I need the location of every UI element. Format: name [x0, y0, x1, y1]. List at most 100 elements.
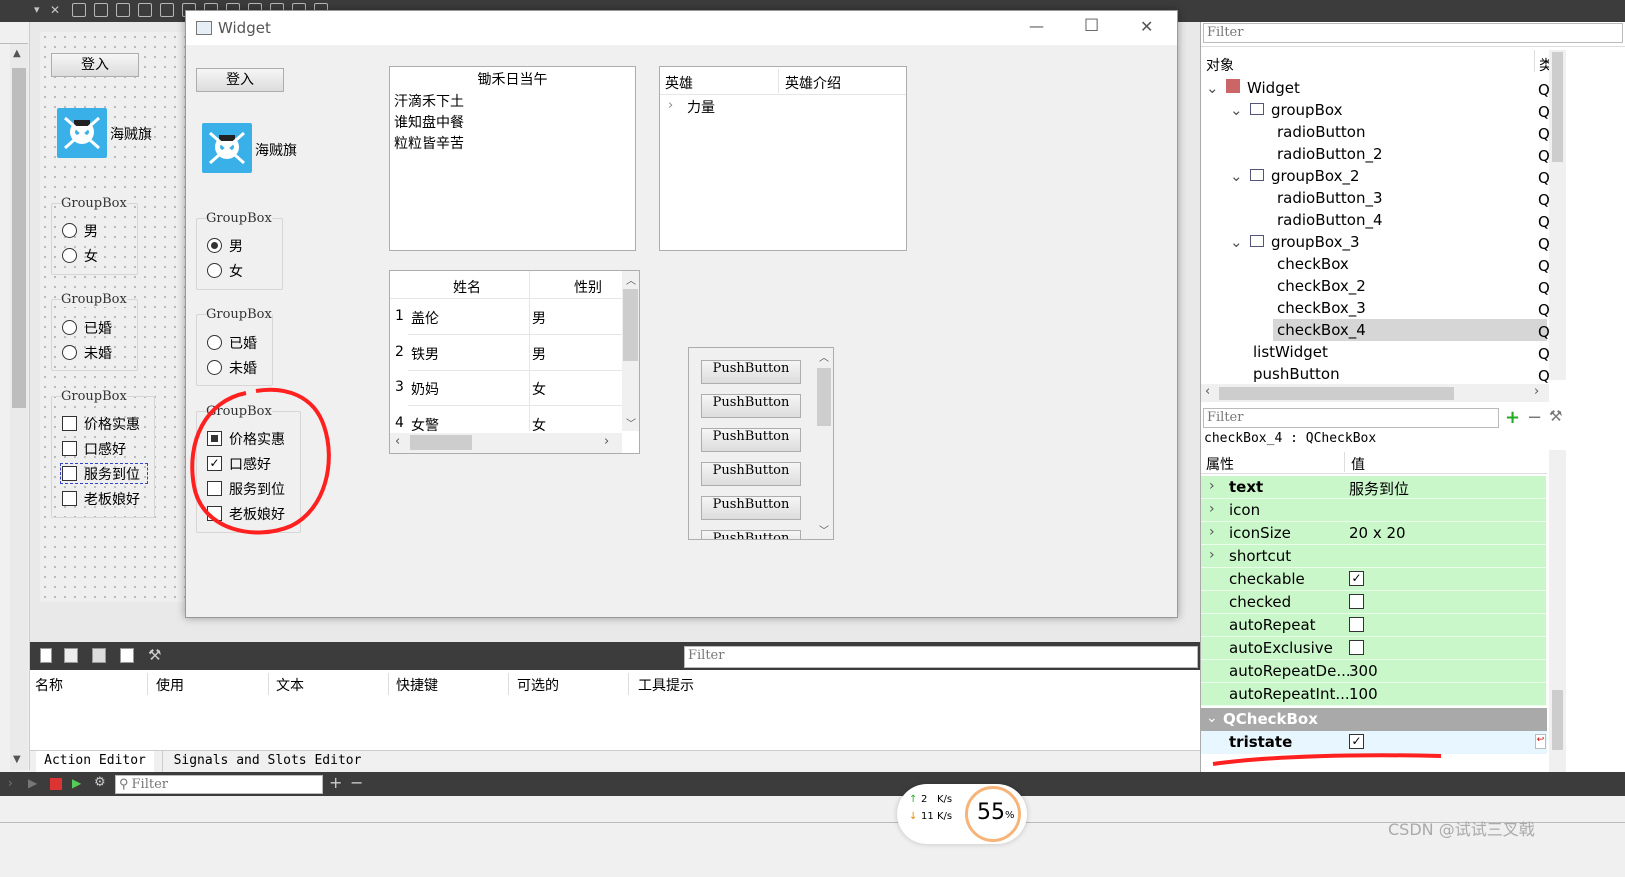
- tree-header-hero[interactable]: 英雄: [665, 73, 693, 93]
- step-icon[interactable]: ▶: [72, 776, 81, 790]
- widget-window[interactable]: Widget — ☐ ✕ 登入 海贼旗 GroupBox 男 女 GroupBo…: [185, 10, 1178, 618]
- edit-widgets-icon[interactable]: [72, 3, 86, 17]
- reset-property-icon[interactable]: ↩: [1535, 734, 1546, 749]
- push-button[interactable]: PushButton: [701, 496, 801, 520]
- checkbox-icon[interactable]: [62, 416, 77, 431]
- table-header-sex[interactable]: 性别: [574, 277, 602, 297]
- property-value[interactable]: 100: [1349, 685, 1378, 703]
- push-button[interactable]: PushButton: [701, 530, 801, 539]
- scroll-down-icon[interactable]: ▼: [13, 754, 21, 765]
- push-button[interactable]: PushButton: [701, 394, 801, 418]
- column-header[interactable]: 工具提示: [638, 675, 694, 695]
- radio-female[interactable]: [207, 263, 222, 278]
- minimize-icon[interactable]: —: [1029, 17, 1044, 35]
- column-header[interactable]: 快捷键: [396, 675, 438, 695]
- edit-tab-order-icon[interactable]: [138, 3, 152, 17]
- wrench-icon[interactable]: ⚒: [148, 646, 161, 664]
- table-cell[interactable]: 铁男: [411, 344, 439, 364]
- stop-icon[interactable]: [50, 778, 62, 790]
- column-header[interactable]: 可选的: [517, 675, 559, 695]
- close-form-icon[interactable]: ✕: [50, 3, 64, 17]
- property-row-autorepeatdelay[interactable]: autoRepeatDe... 300: [1201, 660, 1546, 683]
- object-tree[interactable]: ⌄ Widget ⌄ groupBox radioButton radioButto…: [1201, 75, 1547, 383]
- tree-row-selected[interactable]: checkBox_4: [1277, 321, 1366, 339]
- chevron-right-icon[interactable]: ›: [1209, 547, 1215, 563]
- list-item[interactable]: 谁知盘中餐: [394, 112, 464, 132]
- scroll-left-icon[interactable]: ‹: [1205, 384, 1210, 399]
- object-col-header[interactable]: 对象: [1206, 55, 1234, 75]
- checkbox-icon[interactable]: [62, 441, 77, 456]
- list-item[interactable]: 汗滴禾下土: [394, 91, 464, 111]
- edit-signals-icon[interactable]: [94, 3, 108, 17]
- scrollbar-thumb[interactable]: [817, 368, 831, 426]
- tab-action-editor[interactable]: Action Editor: [36, 751, 154, 772]
- scroll-area[interactable]: PushButton PushButton PushButton PushBut…: [688, 347, 834, 540]
- tree-row[interactable]: radioButton_2: [1277, 145, 1383, 163]
- chevron-down-icon[interactable]: ⌄: [1230, 167, 1250, 185]
- object-tree-hscrollbar[interactable]: ‹ ›: [1201, 384, 1549, 402]
- tree-row[interactable]: checkBox: [1277, 255, 1349, 273]
- column-header[interactable]: 使用: [156, 675, 184, 695]
- table-vscrollbar[interactable]: ︿ ﹀: [622, 271, 639, 431]
- scroll-up-icon[interactable]: ︿: [819, 349, 829, 364]
- radio-married[interactable]: [207, 335, 222, 350]
- remove-property-icon[interactable]: −: [1527, 407, 1542, 428]
- login-button[interactable]: 登入: [196, 68, 284, 92]
- dropdown-arrow-icon[interactable]: ▾: [34, 3, 48, 17]
- object-filter-input[interactable]: Filter: [1203, 23, 1623, 43]
- poem-list-widget[interactable]: 锄禾日当午 汗滴禾下土 谁知盘中餐 粒粒皆辛苦: [389, 66, 636, 251]
- scroll-up-icon[interactable]: ▲: [13, 48, 21, 59]
- tree-row-groupbox[interactable]: ⌄ groupBox_2: [1230, 167, 1360, 185]
- designer-login-button[interactable]: 登入: [51, 53, 139, 77]
- table-cell[interactable]: 男: [532, 308, 546, 328]
- scroll-down-icon[interactable]: ﹀: [819, 522, 829, 537]
- checkbox-icon[interactable]: [62, 466, 77, 481]
- object-tree-vscrollbar[interactable]: [1549, 50, 1566, 380]
- chevron-down-icon[interactable]: ⌄: [1230, 101, 1250, 119]
- tab-signals-slots[interactable]: Signals and Slots Editor: [162, 751, 372, 772]
- autoexclusive-checkbox[interactable]: [1349, 640, 1364, 655]
- net-speed-widget[interactable]: ↑ 2 K/s ↓ 11 K/s 55 %: [897, 784, 1027, 844]
- tree-row[interactable]: checkBox_2: [1277, 277, 1366, 295]
- action-filter-input[interactable]: Filter: [684, 646, 1198, 668]
- radio-icon[interactable]: [62, 320, 77, 335]
- list-item-header[interactable]: 锄禾日当午: [390, 69, 635, 89]
- table-cell[interactable]: 盖伦: [411, 308, 439, 328]
- tree-row[interactable]: radioButton_3: [1277, 189, 1383, 207]
- add-property-icon[interactable]: +: [1505, 407, 1520, 428]
- property-row-checkable[interactable]: checkable ✓: [1201, 568, 1546, 591]
- property-vscrollbar[interactable]: [1549, 450, 1566, 772]
- close-icon[interactable]: ✕: [1140, 17, 1153, 36]
- scrollbar-thumb[interactable]: [1552, 690, 1563, 750]
- chevron-right-icon[interactable]: ›: [8, 776, 13, 790]
- radio-male[interactable]: [207, 238, 222, 253]
- scrollbar-thumb[interactable]: [1219, 387, 1454, 400]
- autorepeat-checkbox[interactable]: [1349, 617, 1364, 632]
- left-scrollbar[interactable]: ▲ ▼: [10, 44, 28, 770]
- tree-row[interactable]: checkBox_3: [1277, 299, 1366, 317]
- scrollbar-thumb[interactable]: [12, 68, 26, 408]
- property-filter-input[interactable]: Filter: [1203, 408, 1499, 428]
- push-button[interactable]: PushButton: [701, 428, 801, 452]
- remove-icon[interactable]: −: [350, 773, 363, 792]
- chevron-right-icon[interactable]: ›: [1209, 524, 1215, 540]
- window-titlebar[interactable]: Widget — ☐ ✕: [186, 11, 1177, 45]
- chevron-right-icon[interactable]: ›: [1209, 478, 1215, 494]
- tree-row-groupbox[interactable]: ⌄ groupBox_3: [1230, 233, 1360, 251]
- table-cell[interactable]: 男: [532, 344, 546, 364]
- qcheckbox-section[interactable]: ⌄ QCheckBox: [1201, 708, 1547, 731]
- tree-row[interactable]: pushButton: [1253, 365, 1340, 383]
- new-action-icon[interactable]: [40, 648, 52, 663]
- property-row-iconsize[interactable]: › iconSize 20 x 20: [1201, 522, 1546, 545]
- scroll-left-icon[interactable]: ‹: [395, 434, 400, 449]
- table-cell[interactable]: 女: [532, 415, 546, 435]
- property-row-icon[interactable]: › icon: [1201, 499, 1546, 522]
- property-row-autorepeat[interactable]: autoRepeat: [1201, 614, 1546, 637]
- property-row-checked[interactable]: checked: [1201, 591, 1546, 614]
- list-item[interactable]: 粒粒皆辛苦: [394, 133, 464, 153]
- edit-buddies-icon[interactable]: [116, 3, 130, 17]
- play-icon[interactable]: ▶: [28, 776, 37, 790]
- scrollbar-thumb[interactable]: [623, 289, 638, 361]
- chevron-right-icon[interactable]: ›: [1209, 501, 1215, 517]
- scroll-up-icon[interactable]: ︿: [626, 272, 636, 287]
